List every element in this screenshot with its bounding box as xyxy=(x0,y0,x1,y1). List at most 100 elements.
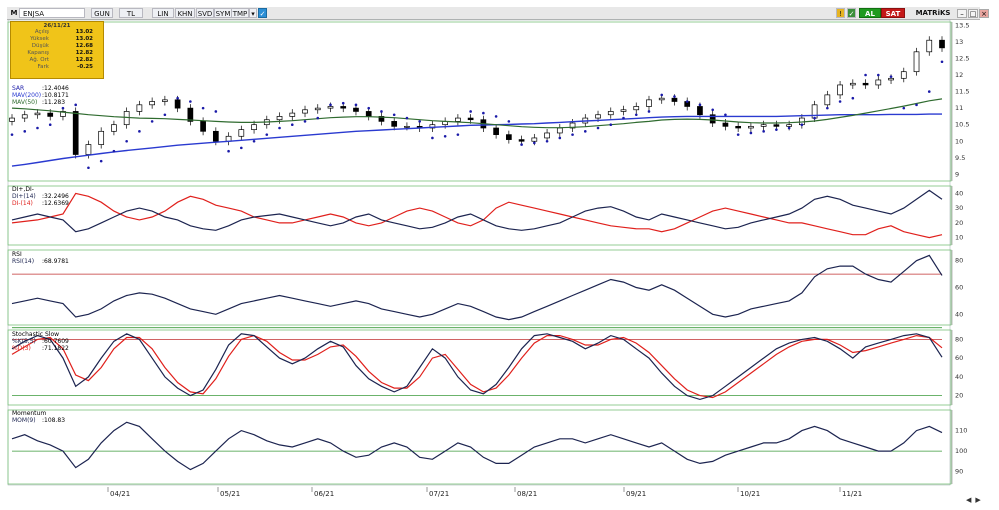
info-label-low: Düşük xyxy=(31,43,49,49)
candle-body xyxy=(21,114,28,119)
info-label-open: Açılış xyxy=(34,29,49,35)
sar-point xyxy=(711,108,714,112)
chart-area[interactable]: 13.5 13 12.5 12 11.5 11 10.5 10 9.5 9 40 30 20 10 80 60… xyxy=(0,0,999,510)
x-tick-label: 11/21 xyxy=(842,490,862,498)
candle-body xyxy=(353,107,359,112)
candle-body xyxy=(467,117,474,121)
price-tick-label: 13.5 xyxy=(955,21,969,29)
candle-body xyxy=(633,106,640,111)
sar-point xyxy=(10,133,14,136)
legend-label-diminus: DI-(14) xyxy=(12,200,33,207)
candle-body xyxy=(556,127,563,134)
candle-body xyxy=(162,99,168,102)
price-tick-label: 12.5 xyxy=(955,54,969,62)
legend-label-mav200: MAV(200) xyxy=(12,92,42,99)
candle-body xyxy=(47,112,54,117)
x-tick-label: 07/21 xyxy=(429,490,449,498)
sar-point xyxy=(877,73,880,77)
legend-value-diplus: :32.2496 xyxy=(42,193,69,200)
candle-body xyxy=(939,39,945,49)
candle-body xyxy=(595,114,601,119)
x-tick-label: 06/21 xyxy=(314,490,334,498)
candle-body xyxy=(9,117,15,122)
legend-value-mav50: :11.283 xyxy=(42,99,66,106)
candle-body xyxy=(518,139,525,142)
dmi-legend: DI+,DI- DI+(14):32.2496 DI-(14):12.6369 xyxy=(12,186,69,207)
legend-value-mav200: :10.8171 xyxy=(42,92,69,99)
candle-body xyxy=(786,124,792,127)
sar-point xyxy=(316,116,320,120)
x-tick-label: 05/21 xyxy=(220,490,240,498)
candle-body xyxy=(531,137,538,142)
sar-point xyxy=(189,100,192,103)
dmi-tick-label: 20 xyxy=(955,219,963,227)
sar-point xyxy=(150,120,154,123)
candle-body xyxy=(85,144,92,155)
sar-point xyxy=(851,96,855,100)
sar-point xyxy=(214,110,218,113)
sar-point xyxy=(240,146,243,150)
sar-point xyxy=(469,110,472,113)
candle-body xyxy=(72,111,79,155)
info-label-high: Yüksek xyxy=(30,36,49,42)
price-tick-label: 9 xyxy=(955,170,959,178)
scroll-arrows[interactable]: ◀ ▶ xyxy=(966,496,981,504)
candle-body xyxy=(824,94,831,106)
info-value-close: 12.82 xyxy=(75,50,93,56)
stochastic-title: Stochastic Slow xyxy=(12,331,60,338)
legend-label-rsi: RSI(14) xyxy=(12,258,35,265)
momentum-tick-label: 100 xyxy=(955,447,967,455)
sar-point xyxy=(74,103,77,107)
legend-value-rsi: :68.9781 xyxy=(42,258,69,265)
candle-body xyxy=(620,109,627,112)
info-value-high: 13.02 xyxy=(75,36,93,42)
info-row: Ağ. Ort 12.82 xyxy=(11,57,103,64)
momentum-legend: Momentum MOM(9):108.83 xyxy=(12,410,65,424)
candle-body xyxy=(607,111,614,116)
sar-point xyxy=(87,166,90,170)
info-value-wavg: 12.82 xyxy=(75,57,93,63)
sar-point xyxy=(685,100,689,103)
sar-point xyxy=(634,113,638,117)
candle-body xyxy=(505,134,512,140)
sar-point xyxy=(99,159,103,163)
rsi-title: RSI xyxy=(12,251,22,258)
price-tick-label: 9.5 xyxy=(955,154,965,162)
candle-body xyxy=(276,116,283,121)
candle-body xyxy=(671,97,678,102)
sar-point xyxy=(163,113,167,117)
price-legend: SAR:12.4046 MAV(200):10.8171 MAV(50):11.… xyxy=(12,85,69,106)
stoch-tick-label: 40 xyxy=(955,373,963,381)
candle-body xyxy=(111,124,117,132)
sar-point xyxy=(736,133,740,136)
scroll-right-icon[interactable]: ▶ xyxy=(975,496,980,504)
sar-point xyxy=(698,103,702,107)
legend-label-mav50: MAV(50) xyxy=(12,99,38,106)
sar-point xyxy=(456,133,460,136)
legend-value-sar: :12.4046 xyxy=(42,85,69,92)
candle-body xyxy=(493,127,499,135)
sar-point xyxy=(571,133,574,136)
sar-point xyxy=(443,134,447,138)
candle-body xyxy=(251,124,257,131)
chart-window: M ENJSA GUN TL LIN KHN SVD SYM TMP ▾ ✓ !… xyxy=(0,0,999,510)
sar-point xyxy=(902,106,906,110)
price-tick-label: 13 xyxy=(955,38,963,46)
info-label-wavg: Ağ. Ort xyxy=(29,57,50,63)
sar-point xyxy=(596,126,600,130)
sar-point xyxy=(724,113,727,117)
scroll-left-icon[interactable]: ◀ xyxy=(966,496,971,504)
x-tick-label: 10/21 xyxy=(740,490,760,498)
candle-body xyxy=(302,109,308,114)
candle-body xyxy=(773,124,780,127)
sar-point xyxy=(303,120,307,123)
candle-body xyxy=(34,112,41,116)
sar-point xyxy=(36,126,39,130)
sar-point xyxy=(558,136,562,140)
sar-point xyxy=(380,110,383,113)
info-row: Yüksek 13.02 xyxy=(11,36,103,43)
sar-point xyxy=(329,103,332,107)
candle-body xyxy=(875,79,882,86)
sar-point xyxy=(864,73,867,77)
sar-point xyxy=(290,123,294,126)
